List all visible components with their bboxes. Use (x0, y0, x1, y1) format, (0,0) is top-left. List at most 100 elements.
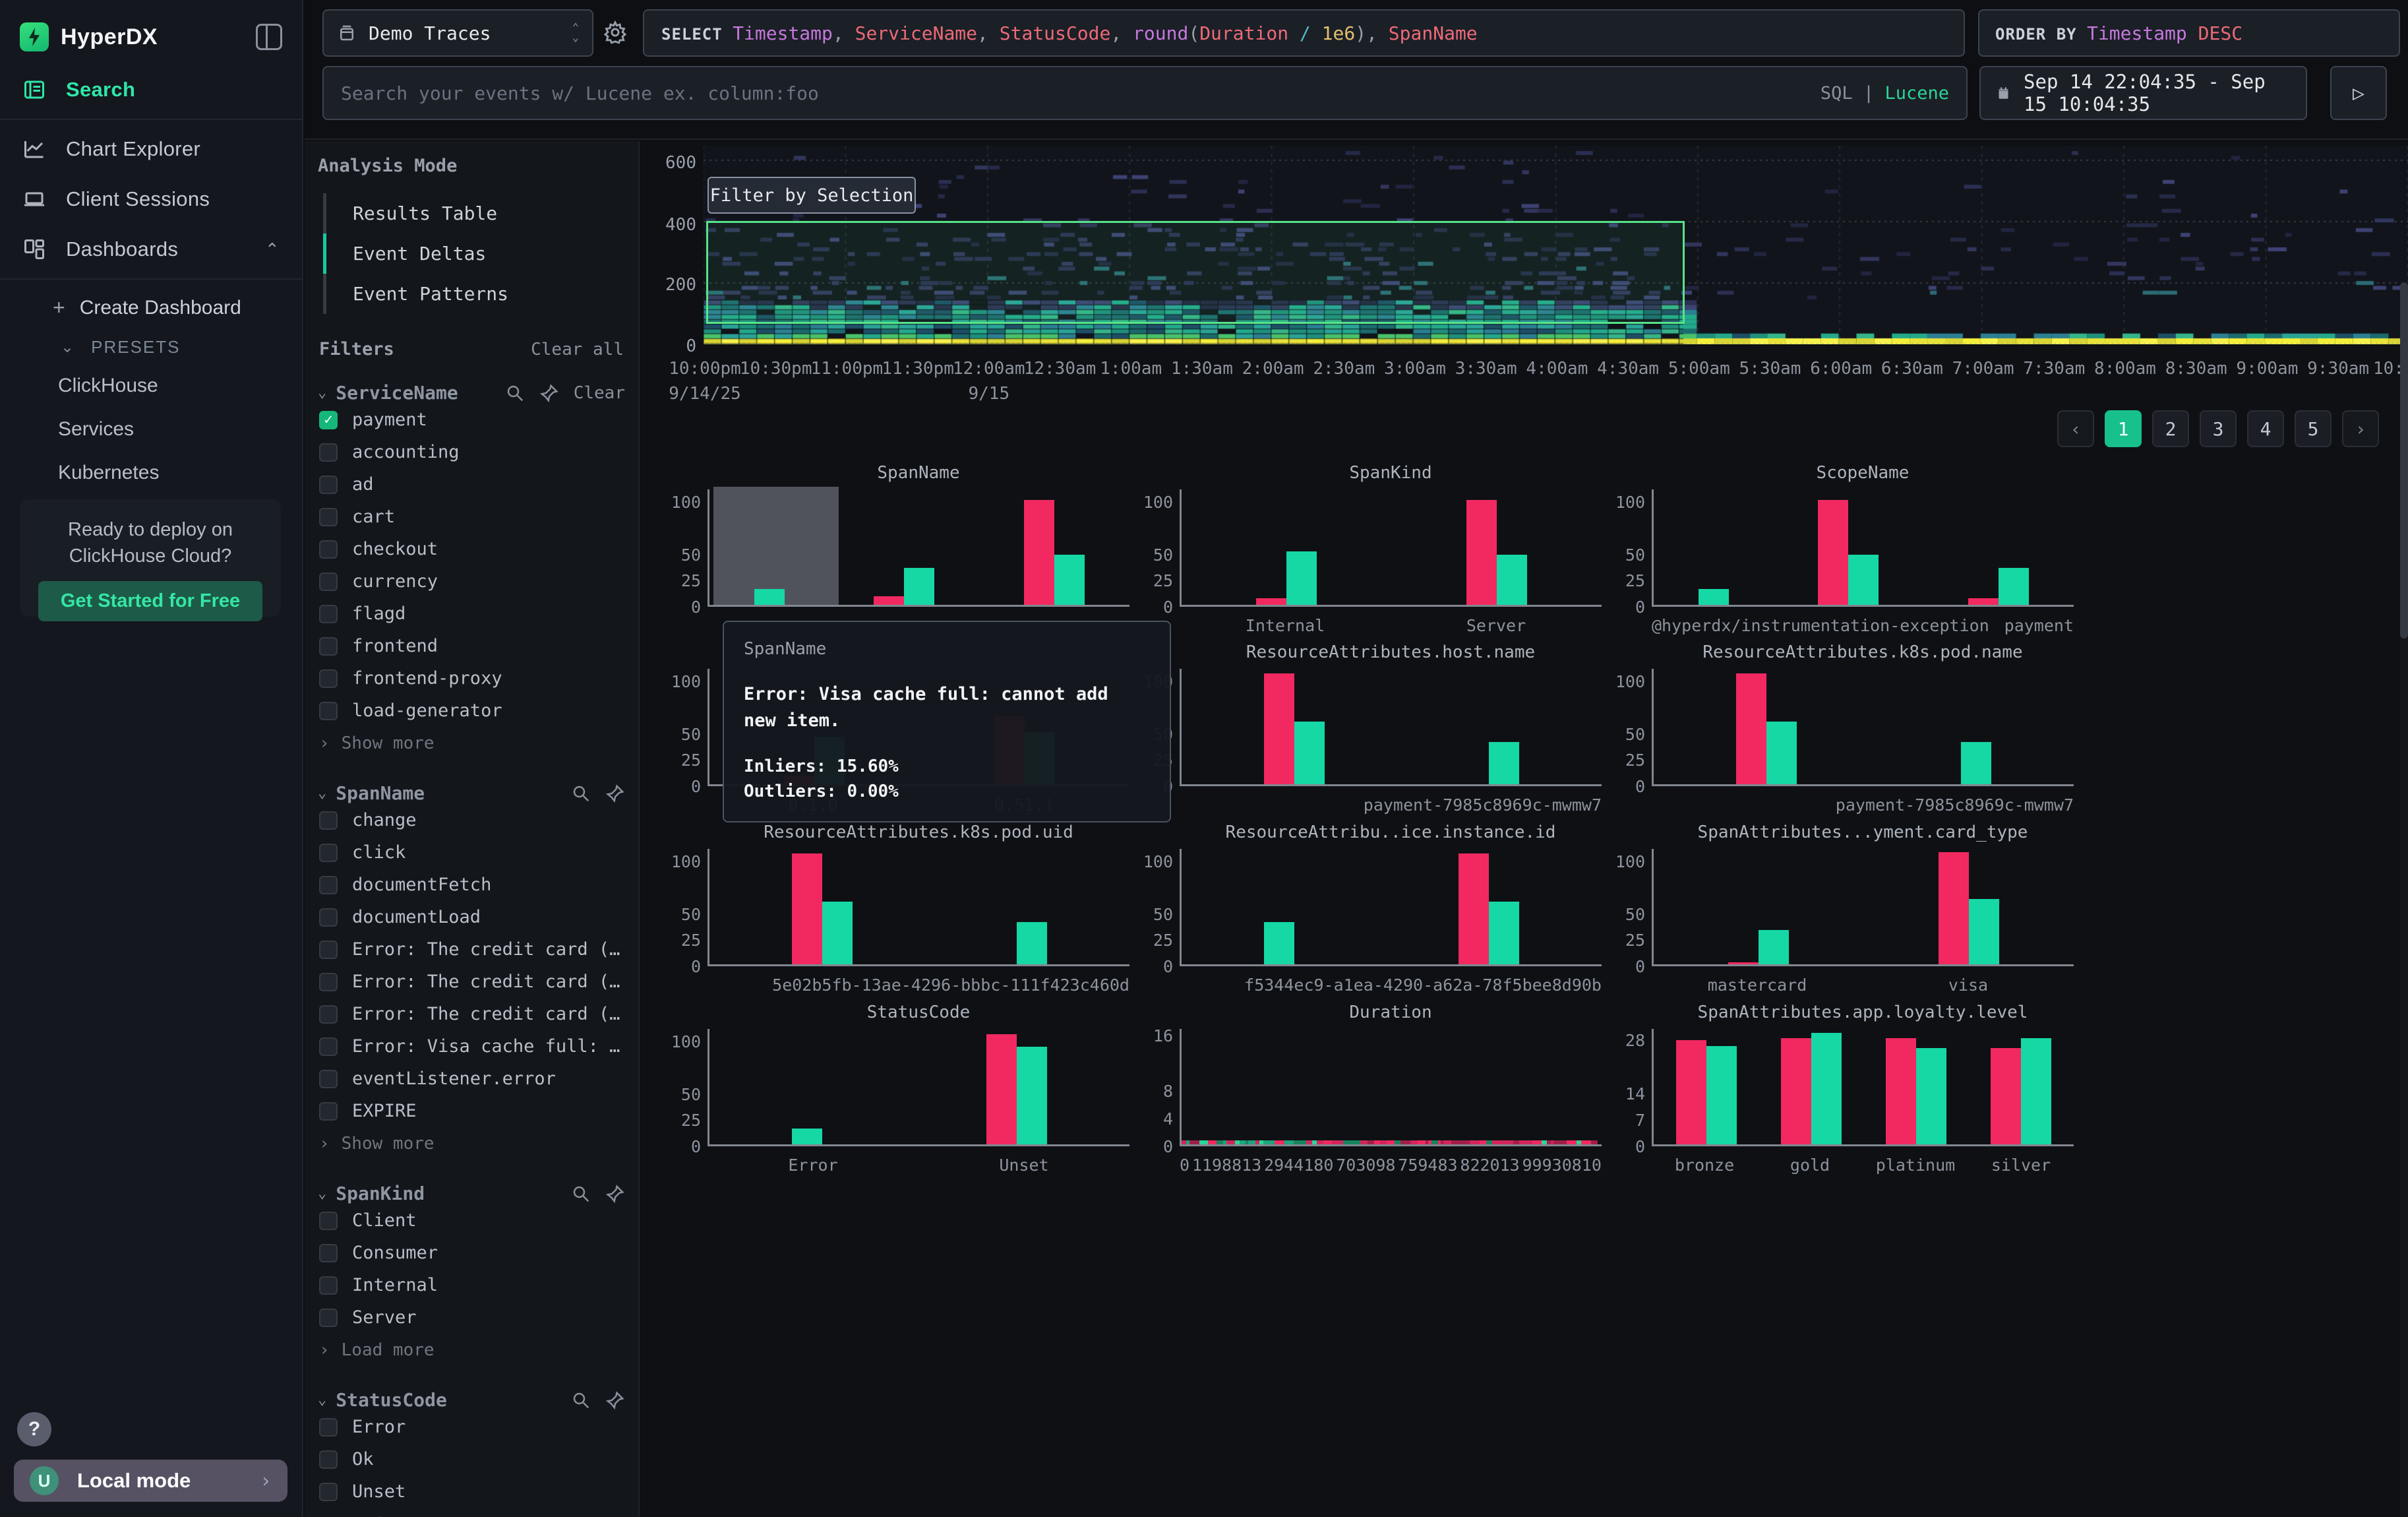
filter-option-unset[interactable]: Unset (318, 1475, 625, 1508)
mini-chart-spanattributes-yment-card-type[interactable]: SpanAttributes...yment.card_type10050250… (1612, 822, 2074, 995)
pink-bar[interactable] (1264, 673, 1294, 784)
sidebar-item-dashboards[interactable]: Dashboards ⌃ (0, 224, 302, 274)
filter-option-accounting[interactable]: accounting (318, 436, 625, 468)
filter-option-frontend-proxy[interactable]: frontend-proxy (318, 662, 625, 695)
pink-bar[interactable] (1968, 598, 1999, 605)
sidebar-item-chart-explorer[interactable]: Chart Explorer (0, 124, 302, 174)
filter-option-error-the-credit-card-[interactable]: Error: The credit card (… (318, 933, 625, 966)
lucene-option[interactable]: Lucene (1884, 83, 1949, 104)
checkbox[interactable] (319, 1450, 338, 1469)
pink-bar[interactable] (986, 1034, 1017, 1144)
checkbox[interactable]: ✓ (319, 411, 338, 429)
sidebar-item-clickhouse[interactable]: ClickHouse (0, 364, 302, 408)
checkbox[interactable] (319, 1483, 338, 1501)
pink-bar[interactable] (1886, 1038, 1916, 1144)
pink-bar[interactable] (1939, 852, 1969, 964)
date-range-picker[interactable]: Sep 14 22:04:35 - Sep 15 10:04:35 (1979, 66, 2307, 120)
create-dashboard-button[interactable]: + Create Dashboard (0, 284, 302, 326)
filter-by-selection-button[interactable]: Filter by Selection (707, 177, 916, 214)
checkbox[interactable] (319, 1309, 338, 1327)
pink-bar[interactable] (1818, 500, 1848, 605)
page-4-button[interactable]: 4 (2247, 410, 2284, 447)
pink-bar[interactable] (874, 596, 904, 605)
filter-option-currency[interactable]: currency (318, 565, 625, 598)
run-query-button[interactable]: ▷ (2330, 66, 2387, 120)
select-clause-input[interactable]: SELECT Timestamp, ServiceName, StatusCod… (643, 9, 1965, 57)
show-more-button[interactable]: ›Show more (318, 727, 625, 760)
mini-chart-resourceattributes-k8s-pod-name[interactable]: ResourceAttributes.k8s.pod.name10050250p… (1612, 642, 2074, 815)
green-bar[interactable] (1017, 1047, 1047, 1144)
checkbox[interactable] (319, 1244, 338, 1262)
green-bar[interactable] (792, 1129, 822, 1144)
analysis-mode-results-table[interactable]: Results Table (326, 193, 625, 233)
mini-chart-spanattributes-app-loyalty-level[interactable]: SpanAttributes.app.loyalty.level281470br… (1612, 1003, 2074, 1175)
filter-option-client[interactable]: Client (318, 1204, 625, 1237)
green-bar[interactable] (1961, 742, 1991, 784)
filter-option-documentfetch[interactable]: documentFetch (318, 869, 625, 901)
green-bar[interactable] (1497, 555, 1527, 605)
filter-option-error-the-credit-card-[interactable]: Error: The credit card (… (318, 998, 625, 1030)
checkbox[interactable] (319, 508, 338, 526)
green-bar[interactable] (1017, 922, 1047, 964)
mini-chart-statuscode[interactable]: StatusCode10050250ErrorUnset (668, 1003, 1129, 1175)
checkbox[interactable] (319, 443, 338, 462)
filter-option-payment[interactable]: ✓payment (318, 404, 625, 436)
checkbox[interactable] (319, 1418, 338, 1437)
presets-toggle[interactable]: ⌄ PRESETS (0, 326, 302, 364)
green-bar[interactable] (1489, 902, 1519, 964)
checkbox[interactable] (319, 702, 338, 720)
chevron-down-icon[interactable]: ⌄ (318, 1185, 326, 1202)
checkbox[interactable] (319, 876, 338, 894)
filter-option-error-visa-cache-full-[interactable]: Error: Visa cache full: … (318, 1030, 625, 1063)
green-bar[interactable] (1489, 742, 1519, 784)
filter-option-ok[interactable]: Ok (318, 1443, 625, 1475)
order-by-input[interactable]: ORDER BY Timestamp DESC (1978, 9, 2400, 57)
sidebar-item-services[interactable]: Services (0, 408, 302, 451)
search-input[interactable]: Search your events w/ Lucene ex. column:… (322, 66, 1968, 120)
checkbox[interactable] (319, 669, 338, 688)
green-bar[interactable] (1811, 1033, 1842, 1144)
source-select[interactable]: Demo Traces ⌃⌄ (322, 9, 593, 57)
filter-option-eventlistener-error[interactable]: eventListener.error (318, 1063, 625, 1095)
pink-bar[interactable] (1676, 1040, 1706, 1144)
filter-option-error[interactable]: Error (318, 1411, 625, 1443)
page-next-button[interactable]: › (2342, 410, 2379, 447)
pink-bar[interactable] (1991, 1048, 2021, 1144)
pink-bar[interactable] (1781, 1038, 1811, 1144)
chevron-up-icon[interactable]: ⌃ (265, 239, 280, 260)
search-icon[interactable] (571, 1390, 591, 1410)
mini-chart-scopename[interactable]: ScopeName10050250@hyperdx/instrumentatio… (1612, 463, 2074, 635)
chevron-down-icon[interactable]: ⌄ (318, 785, 326, 801)
filter-group-clear[interactable]: Clear (574, 383, 625, 403)
checkbox[interactable] (319, 1212, 338, 1230)
sql-lucene-toggle[interactable]: SQL | Lucene (1821, 83, 1949, 104)
green-bar[interactable] (1706, 1046, 1737, 1144)
sidebar-collapse-icon[interactable] (256, 24, 282, 50)
green-bar[interactable] (1264, 922, 1294, 964)
pin-icon[interactable] (605, 784, 625, 803)
green-bar[interactable] (1999, 568, 2029, 605)
checkbox[interactable] (319, 1070, 338, 1088)
green-bar[interactable] (1916, 1048, 1946, 1144)
checkbox[interactable] (319, 637, 338, 656)
page-5-button[interactable]: 5 (2295, 410, 2332, 447)
local-mode-menu[interactable]: U Local mode › (14, 1460, 287, 1502)
checkbox[interactable] (319, 1102, 338, 1121)
mini-chart-resourceattributes-host-name[interactable]: ResourceAttributes.host.name10050250paym… (1140, 642, 1602, 815)
checkbox[interactable] (319, 605, 338, 623)
green-bar[interactable] (1848, 555, 1879, 605)
pin-icon[interactable] (605, 1184, 625, 1204)
checkbox[interactable] (319, 573, 338, 591)
sidebar-item-client-sessions[interactable]: Client Sessions (0, 174, 302, 224)
checkbox[interactable] (319, 941, 338, 959)
chevron-down-icon[interactable]: ⌄ (318, 1392, 326, 1408)
green-bar[interactable] (822, 902, 853, 964)
filter-option-expire[interactable]: EXPIRE (318, 1095, 625, 1127)
green-bar[interactable] (1286, 551, 1317, 605)
search-icon[interactable] (571, 784, 591, 803)
checkbox[interactable] (319, 1037, 338, 1056)
green-bar[interactable] (1759, 930, 1789, 964)
show-more-button[interactable]: ›Show more (318, 1127, 625, 1160)
checkbox[interactable] (319, 973, 338, 991)
clear-all-button[interactable]: Clear all (531, 340, 624, 359)
